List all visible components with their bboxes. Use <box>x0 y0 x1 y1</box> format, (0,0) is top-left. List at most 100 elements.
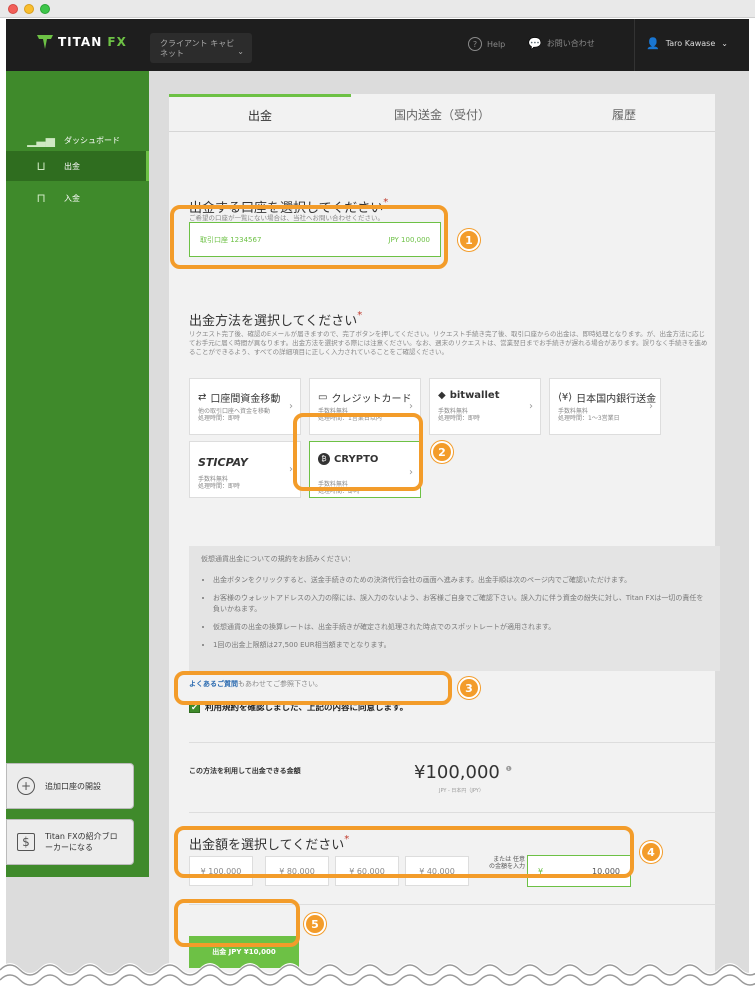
method-desc: 手数料無料 <box>558 408 589 415</box>
divider <box>189 742 720 743</box>
chevron-right-icon: › <box>289 401 293 412</box>
method-card-crypto[interactable]: ₿ CRYPTO 手数料無料 処理時間：即時 › <box>309 441 421 498</box>
question-icon: ? <box>468 37 482 51</box>
browser-viewport: TITAN FX クライアント キャビネット ⌄ ? Help 💬 お問い合わせ… <box>6 19 749 1000</box>
step-badge-2: 2 <box>431 441 453 463</box>
logo-text: TITAN FX <box>58 35 127 49</box>
chevron-right-icon: › <box>649 401 653 412</box>
window-titlebar <box>0 0 755 18</box>
amount-preset-60000[interactable]: ¥ 60,000 <box>335 856 399 886</box>
tab-history[interactable]: 履歴 <box>533 94 715 132</box>
method-name: 口座間資金移動 <box>210 394 281 405</box>
step-badge-5: 5 <box>304 913 326 935</box>
amount-section-title: 出金額を選択してください* <box>189 834 350 853</box>
method-card-sticpay[interactable]: STICPAY 手数料無料 処理時間：即時 › <box>189 441 301 498</box>
method-card-internal-transfer[interactable]: ⇄ 口座間資金移動 他の取引口座へ資金を移動 処理時間：即時 › <box>189 378 301 435</box>
tab-domestic-transfer[interactable]: 国内送金（受付） <box>351 94 533 132</box>
agree-label: 利用規約を確認しました、上記の内容に同意します。 <box>205 703 409 713</box>
method-name: CRYPTO <box>334 453 379 465</box>
amount-preset-100000[interactable]: ¥ 100,000 <box>189 856 253 886</box>
user-icon: 👤 <box>646 37 660 50</box>
step-badge-1: 1 <box>458 229 480 251</box>
contact-label: お問い合わせ <box>546 39 595 48</box>
amount-preset-80000[interactable]: ¥ 80,000 <box>265 856 329 886</box>
method-time: 処理時間：即時 <box>198 483 241 490</box>
method-time: 処理時間：1〜3営業日 <box>558 415 620 422</box>
method-desc: 手数料無料 <box>198 476 229 483</box>
other-amount-input[interactable]: ¥ 10,000 <box>527 855 631 887</box>
topbar-divider <box>634 19 635 71</box>
card-label: 追加口座の開設 <box>45 781 101 791</box>
method-note: リクエスト完了後、確認のEメールが届きますので、完了ボタンを押してください。リク… <box>189 330 708 356</box>
method-section-title: 出金方法を選択してください* <box>189 310 363 329</box>
crypto-terms-box: 仮想通貨出金についての規約をお読みください： 出金ボタンをクリックすると、送金手… <box>189 546 720 671</box>
plus-icon: + <box>17 777 35 795</box>
info-icon: ❶ <box>505 765 512 773</box>
currency-symbol: ¥ <box>538 866 544 876</box>
chat-icon: 💬 <box>528 37 542 50</box>
sidebar-item-deposit[interactable]: ⊓ 入金 <box>6 183 149 213</box>
step-badge-4: 4 <box>640 841 662 863</box>
terms-item: 1回の出金上限額は27,500 EUR相当額までとなります。 <box>213 640 708 651</box>
available-amount-value: ¥100,000 ❶ <box>414 762 512 783</box>
bitcoin-icon: ₿ <box>318 453 330 465</box>
method-card-domestic-bank[interactable]: ⟨¥⟩ 日本国内銀行送金 手数料無料 処理時間：1〜3営業日 › <box>549 378 661 435</box>
chevron-down-icon: ⌄ <box>721 39 728 48</box>
become-ib-card[interactable]: $ Titan FXの紹介ブローカーになる <box>6 819 134 865</box>
sidebar-item-label: 入金 <box>64 193 80 203</box>
card-icon: ▭ <box>318 392 328 403</box>
account-selector[interactable]: 取引口座 1234567 JPY 100,000 <box>189 222 441 257</box>
method-card-bitwallet[interactable]: ◆ bitwallet 手数料無料 処理時間：即時 › <box>429 378 541 435</box>
help-link[interactable]: ? Help <box>468 37 505 51</box>
contact-link[interactable]: 💬 お問い合わせ <box>528 37 595 50</box>
wallet-icon: ◆ <box>438 390 446 401</box>
bar-chart-icon: ▁▃▅ <box>27 133 55 147</box>
agree-terms-checkbox[interactable]: ✔ 利用規約を確認しました、上記の内容に同意します。 <box>189 698 408 716</box>
help-label: Help <box>487 39 506 49</box>
other-amount-label: または 任意の金額を入力 <box>489 856 526 870</box>
account-balance: JPY 100,000 <box>388 235 430 244</box>
user-menu[interactable]: 👤 Taro Kawase ⌄ <box>646 37 728 50</box>
card-label: Titan FXの紹介ブローカーになる <box>45 832 118 852</box>
tab-bar: 出金 国内送金（受付） 履歴 <box>169 94 715 132</box>
faq-link[interactable]: よくあるご質問 <box>189 680 238 688</box>
divider <box>189 812 720 813</box>
method-name: クレジットカード <box>331 394 412 405</box>
minimize-window-button[interactable] <box>24 4 34 14</box>
method-desc: 手数料無料 <box>318 408 349 415</box>
method-desc: 手数料無料 <box>438 408 469 415</box>
method-desc: 手数料無料 <box>318 481 349 488</box>
amount-preset-40000[interactable]: ¥ 40,000 <box>405 856 469 886</box>
method-name: STICPAY <box>198 456 248 469</box>
available-amount-label: この方法を利用して出金できる金額 <box>189 767 301 775</box>
method-desc: 他の取引口座へ資金を移動 <box>198 408 271 415</box>
torn-edge-decoration <box>0 963 755 1000</box>
user-name: Taro Kawase <box>665 39 716 48</box>
cabinet-label: クライアント キャビネット <box>160 39 235 58</box>
withdraw-icon: ⊔ <box>36 159 46 173</box>
method-name: 日本国内銀行送金 <box>576 394 657 405</box>
titanfx-logo[interactable]: TITAN FX <box>36 33 127 51</box>
open-additional-account-card[interactable]: + 追加口座の開設 <box>6 763 134 809</box>
sidebar-item-label: 出金 <box>64 161 80 171</box>
method-time: 処理時間：即時 <box>438 415 481 422</box>
chevron-right-icon: › <box>409 467 413 478</box>
sidebar: ▁▃▅ ダッシュボード ⊔ 出金 ⊓ 入金 + 追加口座の開設 $ Titan … <box>6 71 149 877</box>
top-navbar: TITAN FX クライアント キャビネット ⌄ ? Help 💬 お問い合わせ… <box>6 19 749 71</box>
logo-icon <box>36 33 54 51</box>
chevron-down-icon: ⌄ <box>237 47 244 56</box>
method-time: 処理時間：即時 <box>198 415 241 422</box>
client-cabinet-dropdown[interactable]: クライアント キャビネット ⌄ <box>150 33 252 63</box>
transfer-icon: ⇄ <box>198 392 207 403</box>
chevron-right-icon: › <box>529 401 533 412</box>
faq-line: よくあるご質問もあわせてご参照下さい。 <box>189 679 322 689</box>
sidebar-item-withdraw[interactable]: ⊔ 出金 <box>6 151 149 181</box>
method-card-credit-card[interactable]: ▭ クレジットカード 手数料無料 処理時間：1営業日以内 › <box>309 378 421 435</box>
method-name: bitwallet <box>449 390 500 401</box>
terms-intro: 仮想通貨出金についての規約をお読みください： <box>201 555 355 563</box>
maximize-window-button[interactable] <box>40 4 50 14</box>
deposit-icon: ⊓ <box>36 191 46 205</box>
tab-withdraw[interactable]: 出金 <box>169 94 351 132</box>
close-window-button[interactable] <box>8 4 18 14</box>
account-name: 取引口座 1234567 <box>200 235 262 244</box>
